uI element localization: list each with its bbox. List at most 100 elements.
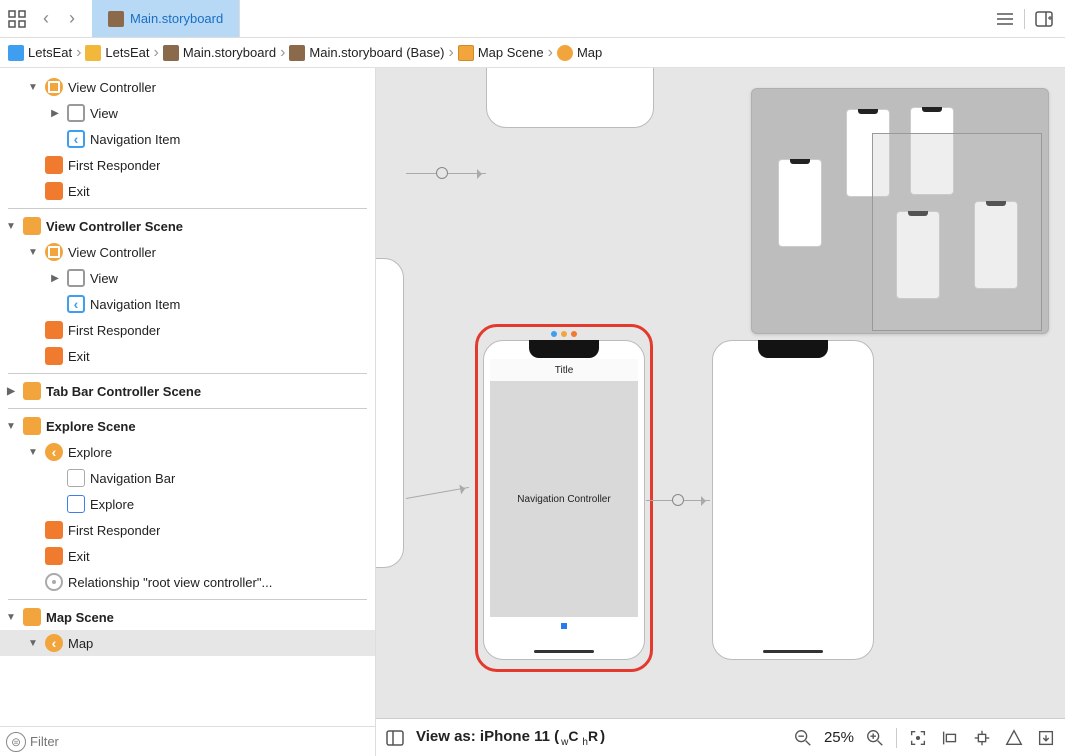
adjust-editor-options-icon[interactable] — [994, 8, 1016, 30]
map-icon — [45, 634, 63, 652]
view-icon — [67, 269, 85, 287]
outline-label: Exit — [68, 184, 90, 199]
outline-row[interactable]: First Responder — [0, 317, 375, 343]
breadcrumb-item[interactable]: Map — [557, 45, 602, 61]
disclosure-triangle-icon[interactable] — [48, 271, 62, 285]
add-editor-icon[interactable] — [1033, 8, 1055, 30]
zoom-in-button[interactable] — [864, 727, 886, 749]
disclosure-triangle-icon[interactable] — [26, 245, 40, 259]
outline-row[interactable]: First Responder — [0, 517, 375, 543]
scene-preview[interactable] — [486, 68, 654, 128]
scene-handle-icon[interactable] — [551, 331, 577, 337]
star-icon — [67, 495, 85, 513]
resolve-issues-icon[interactable] — [1003, 727, 1025, 749]
disclosure-triangle-icon[interactable] — [4, 219, 18, 233]
separator — [8, 208, 367, 209]
breadcrumb-item[interactable]: Main.storyboard — [163, 45, 276, 61]
outline-row[interactable]: View Controller — [0, 74, 375, 100]
outline-label: Navigation Bar — [90, 471, 175, 486]
filter-icon[interactable]: ⊜ — [6, 732, 26, 752]
disclosure-triangle-icon[interactable] — [26, 636, 40, 650]
editor-tab[interactable]: Main.storyboard — [92, 0, 240, 37]
outline-row[interactable]: View Controller Scene — [0, 213, 375, 239]
outline-label: Explore — [68, 445, 112, 460]
canvas-minimap[interactable] — [751, 88, 1049, 334]
navigation-controller-scene[interactable]: Title Navigation Controller — [483, 340, 645, 660]
tab-bar: ‹ › Main.storyboard — [0, 0, 1065, 38]
separator — [8, 599, 367, 600]
navigation-title: Title — [490, 359, 638, 381]
outline-row[interactable]: Map — [0, 630, 375, 656]
outline-row[interactable]: First Responder — [0, 152, 375, 178]
vc-icon — [45, 243, 63, 261]
scene-preview[interactable] — [712, 340, 874, 660]
focus-icon[interactable] — [907, 727, 929, 749]
storyboard-file-icon — [108, 11, 124, 27]
disclosure-triangle-icon[interactable] — [48, 106, 62, 120]
forward-button[interactable]: › — [60, 7, 84, 31]
embed-in-icon[interactable] — [1035, 727, 1057, 749]
outline-row[interactable]: Relationship "root view controller"... — [0, 569, 375, 595]
minimap-viewport[interactable] — [872, 133, 1042, 331]
storyboard-file-icon — [289, 45, 305, 61]
align-icon[interactable] — [939, 727, 961, 749]
storyboard-canvas[interactable]: Title Navigation Controller — [376, 68, 1065, 718]
outline-row[interactable]: Tab Bar Controller Scene — [0, 378, 375, 404]
breadcrumb-item[interactable]: LetsEat — [85, 45, 149, 61]
disclosure-triangle-icon[interactable] — [4, 610, 18, 624]
outline-row[interactable]: Navigation Bar — [0, 465, 375, 491]
outline-label: Exit — [68, 549, 90, 564]
outline-label: First Responder — [68, 158, 160, 173]
outline-row[interactable]: Exit — [0, 178, 375, 204]
outline-label: First Responder — [68, 323, 160, 338]
outline-label: Map Scene — [46, 610, 114, 625]
outline-label: View Controller Scene — [46, 219, 183, 234]
chevron-right-icon: › — [280, 44, 285, 62]
outline-row[interactable]: Explore — [0, 491, 375, 517]
scene-preview[interactable] — [376, 258, 404, 568]
map-icon — [557, 45, 573, 61]
breadcrumb-item[interactable]: Map Scene — [458, 45, 544, 61]
breadcrumb-item[interactable]: Main.storyboard (Base) — [289, 45, 444, 61]
disclosure-triangle-icon[interactable] — [26, 445, 40, 459]
outline-row[interactable]: View — [0, 100, 375, 126]
disclosure-triangle-icon[interactable] — [26, 80, 40, 94]
toggle-outline-icon[interactable] — [384, 727, 406, 749]
storyboard-file-icon — [163, 45, 179, 61]
document-outline: View ControllerViewNavigation ItemFirst … — [0, 68, 376, 756]
device-selector[interactable]: View as: iPhone 11 ( wC hR ) — [416, 728, 605, 748]
disclosure-triangle-icon[interactable] — [4, 384, 18, 398]
outline-label: Navigation Item — [90, 132, 180, 147]
chevron-right-icon: › — [449, 44, 454, 62]
outline-row[interactable]: View — [0, 265, 375, 291]
exit-icon — [45, 182, 63, 200]
map-icon — [45, 443, 63, 461]
zoom-percent[interactable]: 25% — [824, 729, 854, 746]
disclosure-triangle-icon[interactable] — [4, 419, 18, 433]
segue-arrow[interactable] — [406, 487, 469, 499]
outline-row[interactable]: Exit — [0, 543, 375, 569]
outline-row[interactable]: Navigation Item — [0, 291, 375, 317]
outline-row[interactable]: Explore Scene — [0, 413, 375, 439]
disclosure-triangle-icon — [26, 323, 40, 337]
outline-row[interactable]: Explore — [0, 439, 375, 465]
back-button[interactable]: ‹ — [34, 7, 58, 31]
grid-icon[interactable] — [8, 10, 26, 28]
pin-icon[interactable] — [971, 727, 993, 749]
breadcrumb-item[interactable]: LetsEat — [8, 45, 72, 61]
canvas-wrap: Title Navigation Controller — [376, 68, 1065, 756]
disclosure-triangle-icon — [26, 158, 40, 172]
outline-filter-input[interactable] — [30, 734, 369, 749]
navigation-body-label: Navigation Controller — [490, 381, 638, 617]
outline-row[interactable]: Navigation Item — [0, 126, 375, 152]
separator — [8, 408, 367, 409]
outline-label: View — [90, 106, 118, 121]
scene-icon — [23, 382, 41, 400]
phone-notch-icon — [529, 340, 599, 358]
zoom-out-button[interactable] — [792, 727, 814, 749]
outline-row[interactable]: View Controller — [0, 239, 375, 265]
outline-label: First Responder — [68, 523, 160, 538]
outline-row[interactable]: Exit — [0, 343, 375, 369]
outline-tree[interactable]: View ControllerViewNavigation ItemFirst … — [0, 68, 375, 726]
outline-row[interactable]: Map Scene — [0, 604, 375, 630]
